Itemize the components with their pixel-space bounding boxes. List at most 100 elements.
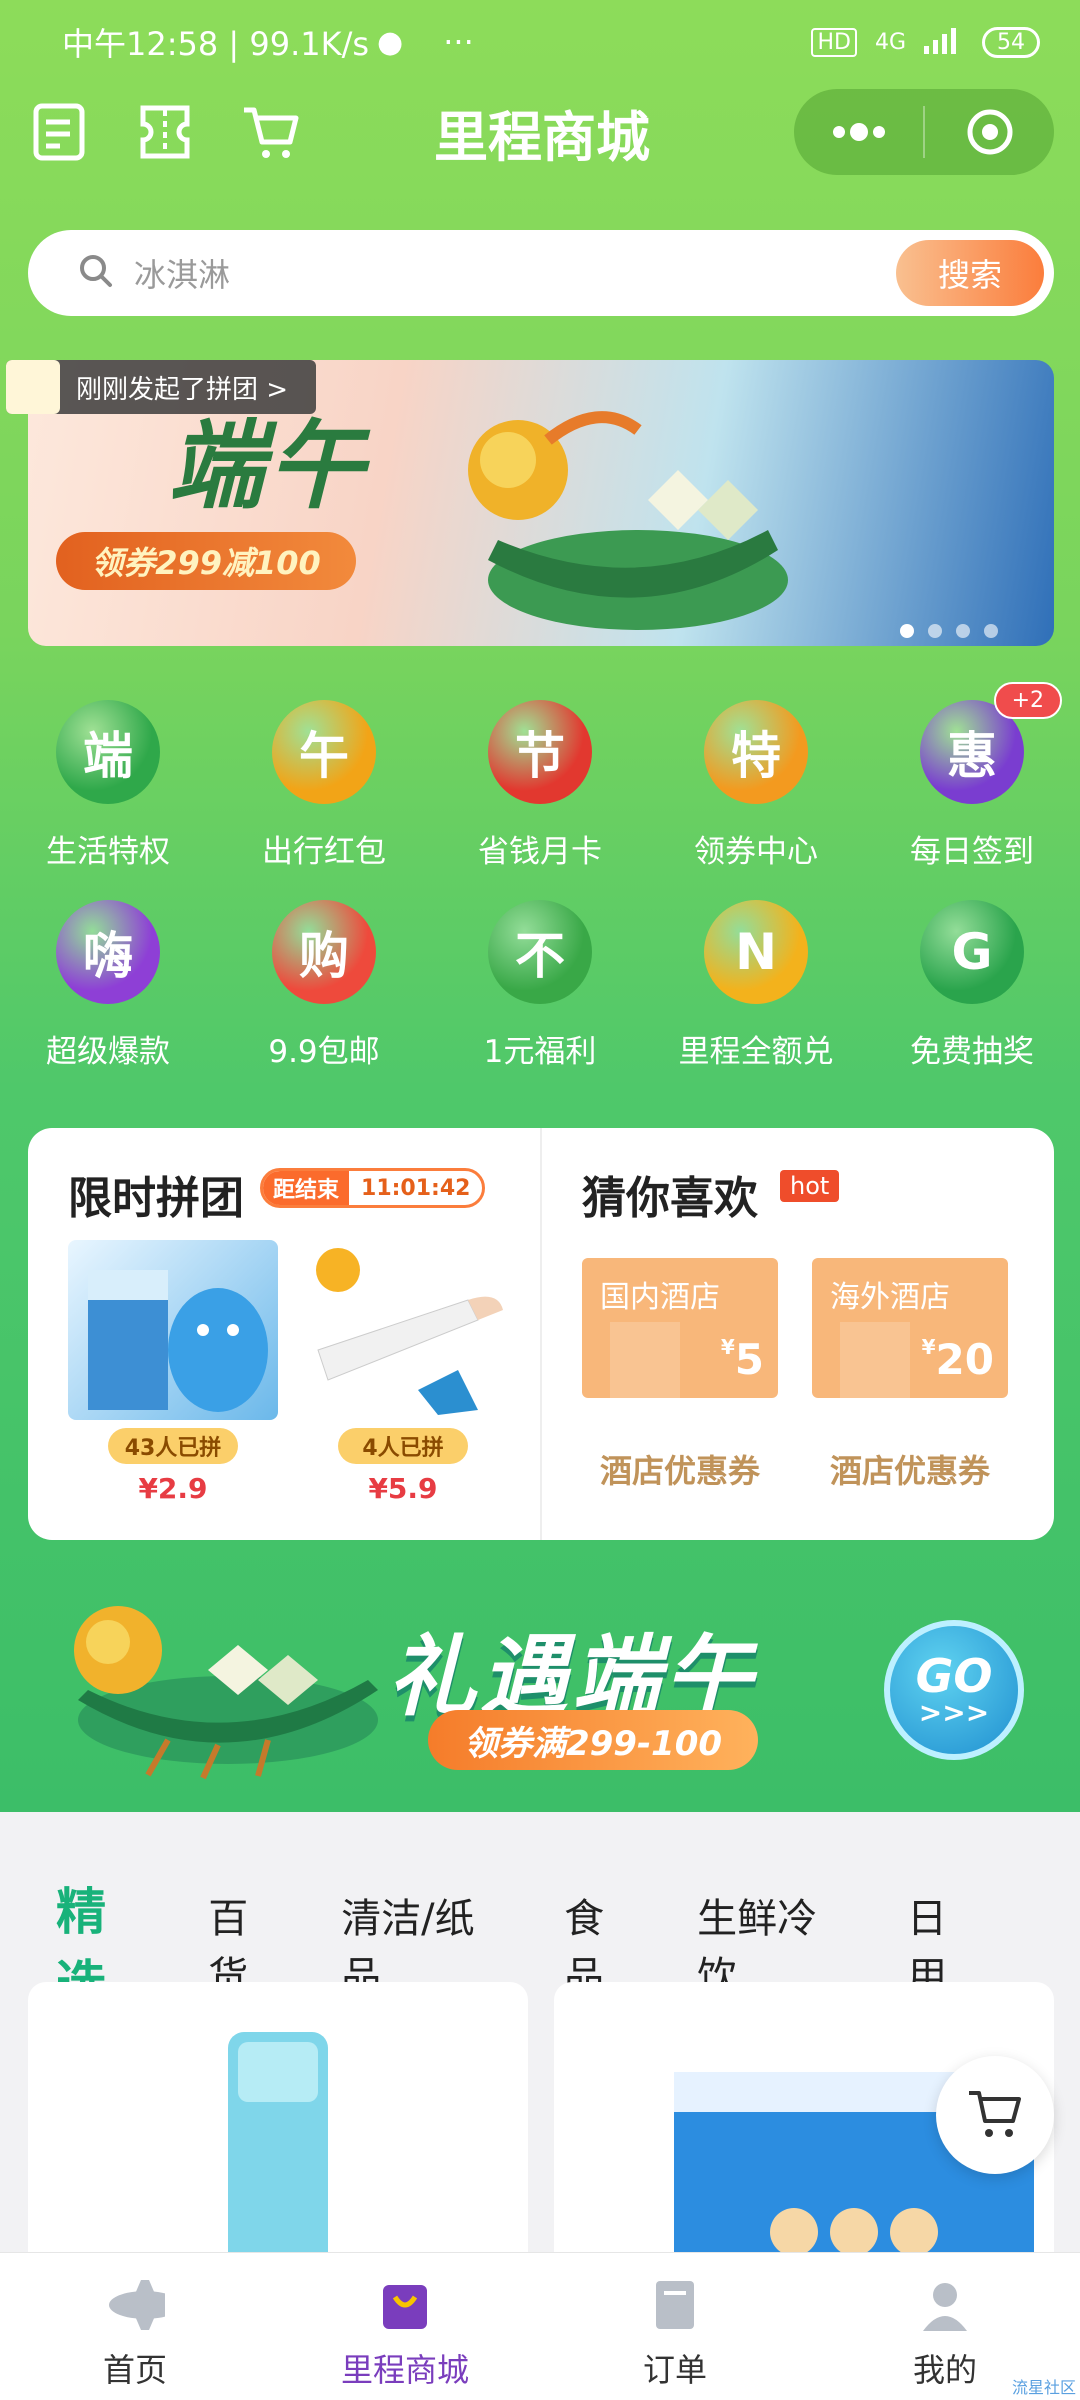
floating-cart-button[interactable] <box>936 2056 1054 2174</box>
grid-label: 免费抽奖 <box>910 1034 1034 1070</box>
dragon-boat-icon <box>74 1606 378 1780</box>
more-options-icon[interactable] <box>794 89 923 175</box>
user-avatar <box>6 360 60 414</box>
go-button[interactable]: GO >>> <box>884 1620 1024 1760</box>
nav-orders[interactable]: 订单 <box>540 2253 810 2400</box>
grid-badge-icon: 节 <box>488 700 592 804</box>
product-image <box>298 1240 508 1420</box>
search-button[interactable]: 搜索 <box>896 240 1044 306</box>
grid-item-monthly-card[interactable]: 节 省钱月卡 <box>432 700 648 900</box>
grid-badge-icon: 不 <box>488 900 592 1004</box>
promo-subtitle: 领券满299-100 <box>428 1710 758 1770</box>
grid-badge-icon: 购 <box>272 900 376 1004</box>
banner-pagination <box>900 624 998 638</box>
grid-badge-icon: G <box>920 900 1024 1004</box>
coupon-label: 酒店优惠券 <box>599 1452 760 1490</box>
grid-item-mileage-redeem[interactable]: N 里程全额兑 <box>648 900 864 1100</box>
coupon-amount: 20 <box>935 1335 994 1384</box>
hotel-coupon-domestic[interactable]: 国内酒店 ¥5 <box>582 1258 778 1398</box>
pagination-dot <box>900 624 914 638</box>
grid-label: 9.9包邮 <box>268 1034 380 1070</box>
shopping-bag-icon <box>375 2275 435 2335</box>
grid-label: 省钱月卡 <box>478 834 602 870</box>
product-price: ¥5.9 <box>368 1472 438 1505</box>
nav-label: 首页 <box>102 2351 167 2389</box>
grid-badge-icon: 特 <box>704 700 808 804</box>
pagination-dot <box>984 624 998 638</box>
bottom-navigation: 首页 里程商城 订单 我的 <box>0 2252 1080 2400</box>
coupon-name: 国内酒店 <box>600 1280 720 1315</box>
flash-group-section[interactable]: 限时拼团 距结束 11:01:42 43人已拼 ¥2.9 4人已拼 ¥5.9 <box>28 1128 540 1540</box>
go-arrows: >>> <box>918 1696 990 1729</box>
flash-product[interactable]: 43人已拼 ¥2.9 <box>68 1240 278 1505</box>
coupon-amount: 5 <box>734 1335 764 1384</box>
go-label: GO <box>915 1649 993 1703</box>
joined-count-badge: 4人已拼 <box>338 1428 468 1464</box>
coupon-currency: ¥ <box>720 1335 735 1359</box>
deals-card: 限时拼团 距结束 11:01:42 43人已拼 ¥2.9 4人已拼 ¥5.9 猜… <box>28 1128 1054 1540</box>
grid-badge-icon: 端 <box>56 700 160 804</box>
joined-count-badge: 43人已拼 <box>108 1428 238 1464</box>
guess-title: 猜你喜欢 <box>582 1173 758 1224</box>
product-image <box>228 2032 328 2282</box>
building-icon <box>840 1322 910 1398</box>
grid-item-free-shipping[interactable]: 购 9.9包邮 <box>216 900 432 1100</box>
grid-label: 超级爆款 <box>46 1034 170 1070</box>
order-book-icon <box>645 2275 705 2335</box>
product-card[interactable] <box>28 1982 528 2282</box>
close-miniprogram-icon[interactable] <box>925 89 1054 175</box>
nav-home[interactable]: 首页 <box>0 2253 270 2400</box>
coupon-value: ¥5 <box>721 1335 764 1384</box>
coupon-name: 海外酒店 <box>830 1280 950 1315</box>
mini-program-capsule <box>794 89 1054 175</box>
countdown-label: 距结束 <box>263 1171 350 1205</box>
network-label: 4G <box>874 29 906 55</box>
search-icon <box>78 253 114 293</box>
grid-label: 领券中心 <box>694 834 818 870</box>
pagination-dot <box>956 624 970 638</box>
nav-mileage-mall[interactable]: 里程商城 <box>270 2253 540 2400</box>
grid-badge-icon: 嗨 <box>56 900 160 1004</box>
group-buy-toast[interactable]: 刚刚发起了拼团 > <box>6 360 317 414</box>
grid-label: 出行红包 <box>262 834 386 870</box>
hotel-coupon-overseas[interactable]: 海外酒店 ¥20 <box>812 1258 1008 1398</box>
list-icon[interactable] <box>30 102 90 162</box>
grid-item-travel-redpacket[interactable]: 午 出行红包 <box>216 700 432 900</box>
grid-item-one-yuan[interactable]: 不 1元福利 <box>432 900 648 1100</box>
group-buy-toast-text: 刚刚发起了拼团 > <box>76 374 289 405</box>
countdown-timer: 距结束 11:01:42 <box>260 1168 486 1208</box>
grid-label: 里程全额兑 <box>678 1034 834 1070</box>
grid-item-daily-checkin[interactable]: 惠 每日签到 +2 <box>864 682 1080 900</box>
grid-item-lottery[interactable]: G 免费抽奖 <box>864 900 1080 1100</box>
guess-you-like-section[interactable]: 猜你喜欢 hot 国内酒店 ¥5 酒店优惠券 海外酒店 ¥20 酒店优惠券 <box>542 1128 1054 1540</box>
building-icon <box>610 1322 680 1398</box>
grid-badge-icon: N <box>704 900 808 1004</box>
product-image <box>68 1240 278 1420</box>
grid-item-life-privilege[interactable]: 端 生活特权 <box>0 700 216 900</box>
checkin-count-badge: +2 <box>993 682 1062 719</box>
dragon-boat-illustration <box>468 411 788 630</box>
coupon-currency: ¥ <box>921 1335 936 1359</box>
cart-icon[interactable] <box>240 102 300 162</box>
top-bar: 里程商城 <box>30 88 1054 176</box>
coupon-value: ¥20 <box>922 1335 994 1384</box>
toilet-cleaner-illustration <box>88 1270 268 1412</box>
status-bar: 中午12:58 | 99.1K/s ● ··· HD 4G 54 <box>62 18 1040 66</box>
flash-product[interactable]: 4人已拼 ¥5.9 <box>298 1240 508 1505</box>
battery-indicator: 54 <box>982 26 1040 58</box>
dragon-boat-promo-banner[interactable]: 礼遇端午 领券满299-100 GO >>> <box>28 1570 1054 1790</box>
search-input[interactable]: 冰淇淋 <box>134 250 896 296</box>
grid-item-coupon-center[interactable]: 特 领券中心 <box>648 700 864 900</box>
ticket-icon[interactable] <box>135 102 195 162</box>
grid-label: 每日签到 <box>910 834 1034 870</box>
search-bar[interactable]: 冰淇淋 搜索 <box>28 230 1054 316</box>
banner-coupon: 领券299减100 <box>56 532 356 590</box>
airplane-icon <box>105 2275 165 2335</box>
cart-icon <box>965 2085 1025 2145</box>
watermark: 流星社区 <box>1011 2378 1076 2397</box>
nav-label: 我的 <box>912 2351 977 2389</box>
pagination-dot <box>928 624 942 638</box>
status-more: ··· <box>443 23 474 61</box>
grid-item-hot-deals[interactable]: 嗨 超级爆款 <box>0 900 216 1100</box>
product-price: ¥2.9 <box>138 1472 208 1505</box>
